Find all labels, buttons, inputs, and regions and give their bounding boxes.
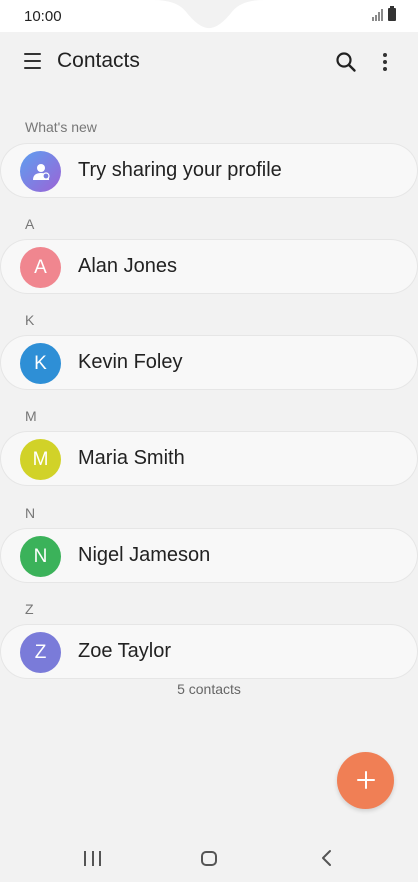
contact-name: Kevin Foley (78, 351, 183, 373)
status-bar: 10:00 (0, 0, 418, 32)
search-icon[interactable] (335, 51, 357, 73)
section-label-k: K (25, 312, 35, 328)
avatar: Z (20, 632, 61, 673)
section-label-m: M (25, 408, 37, 424)
avatar: A (20, 247, 61, 288)
avatar: K (20, 343, 61, 384)
share-profile-label: Try sharing your profile (78, 159, 282, 181)
avatar-initial: K (34, 352, 47, 374)
section-label-a: A (25, 216, 35, 232)
contact-row-kevin-foley[interactable]: K Kevin Foley (1, 336, 417, 389)
contact-name: Zoe Taylor (78, 640, 172, 662)
status-icons (372, 6, 396, 21)
avatar-initial: N (33, 545, 48, 567)
share-profile-icon (20, 151, 61, 192)
screen: 10:00 Contacts What's new Try sharing yo… (0, 0, 418, 882)
add-contact-button[interactable] (337, 752, 394, 809)
back-icon[interactable] (320, 849, 334, 867)
section-label-whats-new: What's new (25, 119, 97, 135)
contact-name: Maria Smith (78, 447, 185, 469)
recent-apps-icon[interactable] (84, 851, 101, 866)
signal-icon (372, 8, 383, 21)
contact-row-maria-smith[interactable]: M Maria Smith (1, 432, 417, 485)
contact-row-alan-jones[interactable]: A Alan Jones (1, 240, 417, 293)
menu-icon[interactable] (24, 53, 41, 69)
avatar: M (20, 439, 61, 480)
camera-notch (153, 0, 265, 29)
app-header: Contacts (0, 40, 418, 84)
avatar-initial: A (34, 256, 47, 278)
contact-row-zoe-taylor[interactable]: Z Zoe Taylor (1, 625, 417, 678)
navigation-bar (0, 835, 418, 882)
contact-name: Alan Jones (78, 255, 177, 277)
page-title: Contacts (57, 49, 140, 72)
battery-icon (388, 6, 396, 21)
contact-row-nigel-jameson[interactable]: N Nigel Jameson (1, 529, 417, 582)
home-icon[interactable] (201, 851, 217, 866)
avatar-initial: M (32, 448, 49, 470)
section-label-z: Z (25, 601, 34, 617)
avatar-initial: Z (34, 641, 47, 663)
section-label-n: N (25, 505, 36, 521)
share-profile-item[interactable]: Try sharing your profile (1, 144, 417, 197)
avatar: N (20, 536, 61, 577)
contact-name: Nigel Jameson (78, 544, 211, 566)
more-options-icon[interactable] (377, 51, 393, 73)
status-time: 10:00 (24, 8, 62, 25)
contact-count: 5 contacts (177, 681, 241, 697)
